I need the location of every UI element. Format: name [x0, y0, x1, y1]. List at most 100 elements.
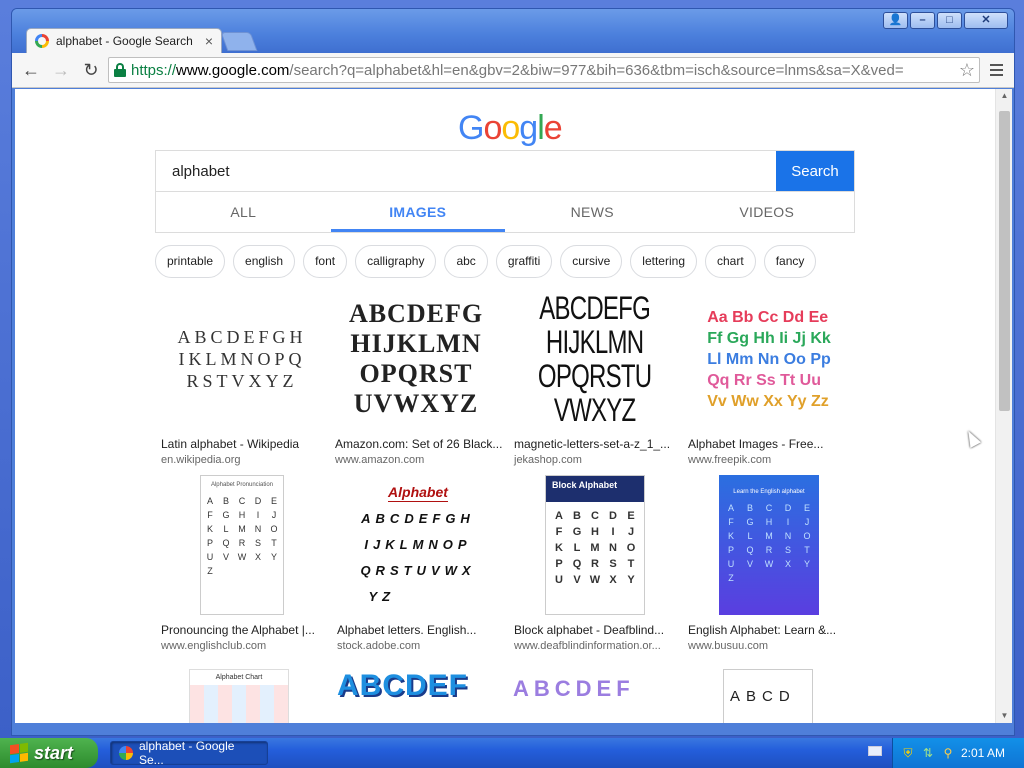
thumb-tall-letters: ABCDEFG HIJKLMN OPQRSTU VWXYZ — [538, 291, 652, 427]
result-caption[interactable]: Pronouncing the Alphabet |... — [161, 623, 331, 637]
chip-chart[interactable]: chart — [705, 245, 756, 278]
thumb-line: RSTVXYZ — [186, 371, 298, 391]
tab-videos[interactable]: VIDEOS — [680, 192, 855, 232]
result-thumbnail[interactable]: ABCDEFG HIJKLMN OPQRSTU VWXYZ — [510, 289, 680, 429]
user-icon[interactable]: 👤 — [883, 12, 908, 29]
scroll-down-arrow-icon[interactable]: ▼ — [996, 709, 1013, 723]
poster-letter: B — [573, 510, 581, 522]
tab-news[interactable]: NEWS — [505, 192, 680, 232]
thumb-title: Alphabet — [388, 484, 448, 502]
result-thumbnail[interactable]: Learn the English alphabet A B C D E F G H I J K… — [684, 475, 854, 615]
poster-letter: P — [727, 545, 734, 555]
address-bar[interactable]: https://www.google.com/search?q=alphabet… — [108, 57, 980, 83]
image-result-partial[interactable]: Alphabet Chart — [189, 669, 289, 723]
result-caption[interactable]: Amazon.com: Set of 26 Black... — [335, 437, 505, 451]
result-caption[interactable]: Alphabet Images - Free... — [688, 437, 858, 451]
chrome-menu-icon[interactable] — [984, 57, 1008, 83]
result-source[interactable]: www.englishclub.com — [161, 640, 266, 652]
scroll-thumb[interactable] — [999, 111, 1010, 411]
thumb-line: OPQRSTU — [538, 358, 652, 394]
image-result-partial[interactable]: ABCD — [723, 669, 813, 723]
image-result-partial[interactable]: ABCDEF — [337, 669, 507, 723]
browser-tab[interactable]: alphabet - Google Search × — [26, 28, 222, 53]
network-icon[interactable]: ⇅ — [921, 746, 935, 760]
chip-fancy[interactable]: fancy — [763, 245, 817, 278]
search-button[interactable]: Search — [776, 151, 854, 191]
thumb-line: YZ — [368, 589, 396, 604]
thumb-line: QRSTUVWX — [360, 563, 476, 578]
poster-letter: X — [254, 552, 261, 562]
keyboard-icon[interactable] — [868, 746, 882, 756]
tab-close-icon[interactable]: × — [205, 33, 213, 49]
result-source[interactable]: jekashop.com — [514, 454, 582, 466]
poster-letter: F — [207, 510, 213, 520]
tab-all[interactable]: ALL — [156, 192, 331, 232]
thumb-line: ABCDEFGH — [361, 511, 475, 526]
search-input[interactable] — [156, 151, 776, 191]
chip-calligraphy[interactable]: calligraphy — [355, 245, 437, 278]
reload-button[interactable]: ↻ — [78, 57, 104, 83]
scroll-up-arrow-icon[interactable]: ▲ — [996, 89, 1013, 103]
result-source[interactable]: www.deafblindinformation.or... — [514, 640, 661, 652]
result-thumbnail[interactable]: Alphabet ABCDEFGH IJKLMNOP QRSTUVWX YZ — [333, 475, 503, 615]
new-tab-button[interactable] — [220, 32, 258, 51]
lock-icon[interactable] — [113, 63, 127, 77]
taskbar-item-chrome[interactable]: alphabet - Google Se... — [110, 739, 268, 767]
result-thumbnail[interactable]: ABCDEFGH IKLMNOPQ RSTVXYZ — [157, 289, 327, 429]
forward-button[interactable]: → — [48, 57, 74, 83]
thumb-line: IJKLMNOP — [364, 537, 472, 552]
start-button[interactable]: start — [0, 738, 98, 768]
tab-images[interactable]: IMAGES — [330, 192, 505, 232]
vertical-scrollbar[interactable]: ▲ ▼ — [995, 89, 1012, 723]
poster-letter: E — [270, 496, 277, 506]
poster-letter: G — [572, 526, 582, 538]
url-text: https://www.google.com/search?q=alphabet… — [131, 62, 955, 79]
browser-toolbar: ← → ↻ https://www.google.com/search?q=al… — [12, 53, 1014, 88]
thumb-line: Ff Gg Hh Ii Jj Kk — [707, 329, 831, 347]
search-icon[interactable]: ⚲ — [941, 746, 955, 760]
poster-letter: O — [270, 524, 278, 534]
result-source[interactable]: en.wikipedia.org — [161, 454, 241, 466]
chip-english[interactable]: english — [233, 245, 296, 278]
clock[interactable]: 2:01 AM — [961, 746, 1005, 760]
chip-font[interactable]: font — [303, 245, 348, 278]
image-result-partial[interactable]: ABCDEF — [513, 669, 683, 723]
thumb-line: HIJKLMN — [546, 324, 644, 360]
chip-printable[interactable]: printable — [155, 245, 226, 278]
bookmark-star-icon[interactable]: ☆ — [959, 60, 975, 81]
result-source[interactable]: www.freepik.com — [688, 454, 771, 466]
maximize-button[interactable]: □ — [937, 12, 962, 29]
close-window-button[interactable]: ✕ — [964, 12, 1008, 29]
poster-letter-grid: ABCDE FGHIJ KLMNO PQRST UVWXY — [552, 510, 639, 586]
result-caption[interactable]: Latin alphabet - Wikipedia — [161, 437, 331, 451]
poster-letter: Z — [207, 566, 213, 576]
chip-cursive[interactable]: cursive — [560, 245, 623, 278]
poster-letter: D — [609, 510, 617, 522]
security-shield-icon[interactable]: ⛨ — [901, 746, 915, 760]
result-thumbnail[interactable]: ABCDEFG HIJKLMN OPQRST UVWXYZ — [331, 289, 501, 429]
taskbar-item-label: alphabet - Google Se... — [139, 739, 235, 767]
thumb-line: Aa Bb Cc Dd Ee — [707, 308, 829, 326]
result-caption[interactable]: English Alphabet: Learn &... — [688, 623, 858, 637]
result-caption[interactable]: Block alphabet - Deafblind... — [514, 623, 684, 637]
poster-letter: D — [784, 503, 792, 513]
poster-letter: X — [784, 559, 791, 569]
chip-abc[interactable]: abc — [444, 245, 488, 278]
result-source[interactable]: www.amazon.com — [335, 454, 424, 466]
title-bar[interactable]: 👤 – □ ✕ alphabet - Google Search × — [12, 9, 1014, 53]
back-button[interactable]: ← — [18, 57, 44, 83]
result-source[interactable]: stock.adobe.com — [337, 640, 420, 652]
result-thumbnail[interactable]: Aa Bb Cc Dd Ee Ff Gg Hh Ii Jj Kk Ll Mm N… — [684, 289, 854, 429]
minimize-button[interactable]: – — [910, 12, 935, 29]
result-thumbnail[interactable]: Block Alphabet ABCDE FGHIJ KLMNO PQRST U… — [510, 475, 680, 615]
result-caption[interactable]: Alphabet letters. English... — [337, 623, 507, 637]
poster-letter: J — [627, 526, 635, 538]
thumb-line: ABCDEFG — [348, 299, 484, 328]
google-logo[interactable]: Google — [458, 109, 563, 148]
result-thumbnail[interactable]: Alphabet Pronunciation ABCDE FGHI J KLMNO… — [157, 475, 327, 615]
chip-graffiti[interactable]: graffiti — [495, 245, 553, 278]
result-caption[interactable]: magnetic-letters-set-a-z_1_... — [514, 437, 684, 451]
poster-letter: P — [206, 538, 213, 548]
chip-lettering[interactable]: lettering — [630, 245, 697, 278]
result-source[interactable]: www.busuu.com — [688, 640, 768, 652]
